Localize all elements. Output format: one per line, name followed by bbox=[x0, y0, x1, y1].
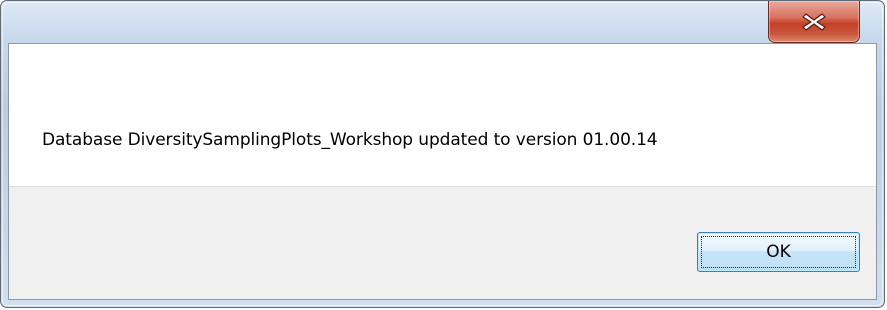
ok-button-label: OK bbox=[766, 242, 791, 262]
ok-button[interactable]: OK bbox=[697, 232, 860, 272]
message-area: Database DiversitySamplingPlots_Workshop… bbox=[9, 44, 876, 186]
button-area: OK bbox=[9, 186, 876, 299]
title-bar[interactable] bbox=[1, 1, 884, 43]
close-button[interactable] bbox=[768, 1, 860, 43]
message-text: Database DiversitySamplingPlots_Workshop… bbox=[42, 130, 658, 150]
dialog-content: Database DiversitySamplingPlots_Workshop… bbox=[8, 43, 877, 300]
message-dialog: Database DiversitySamplingPlots_Workshop… bbox=[0, 0, 885, 308]
close-icon bbox=[802, 12, 826, 31]
